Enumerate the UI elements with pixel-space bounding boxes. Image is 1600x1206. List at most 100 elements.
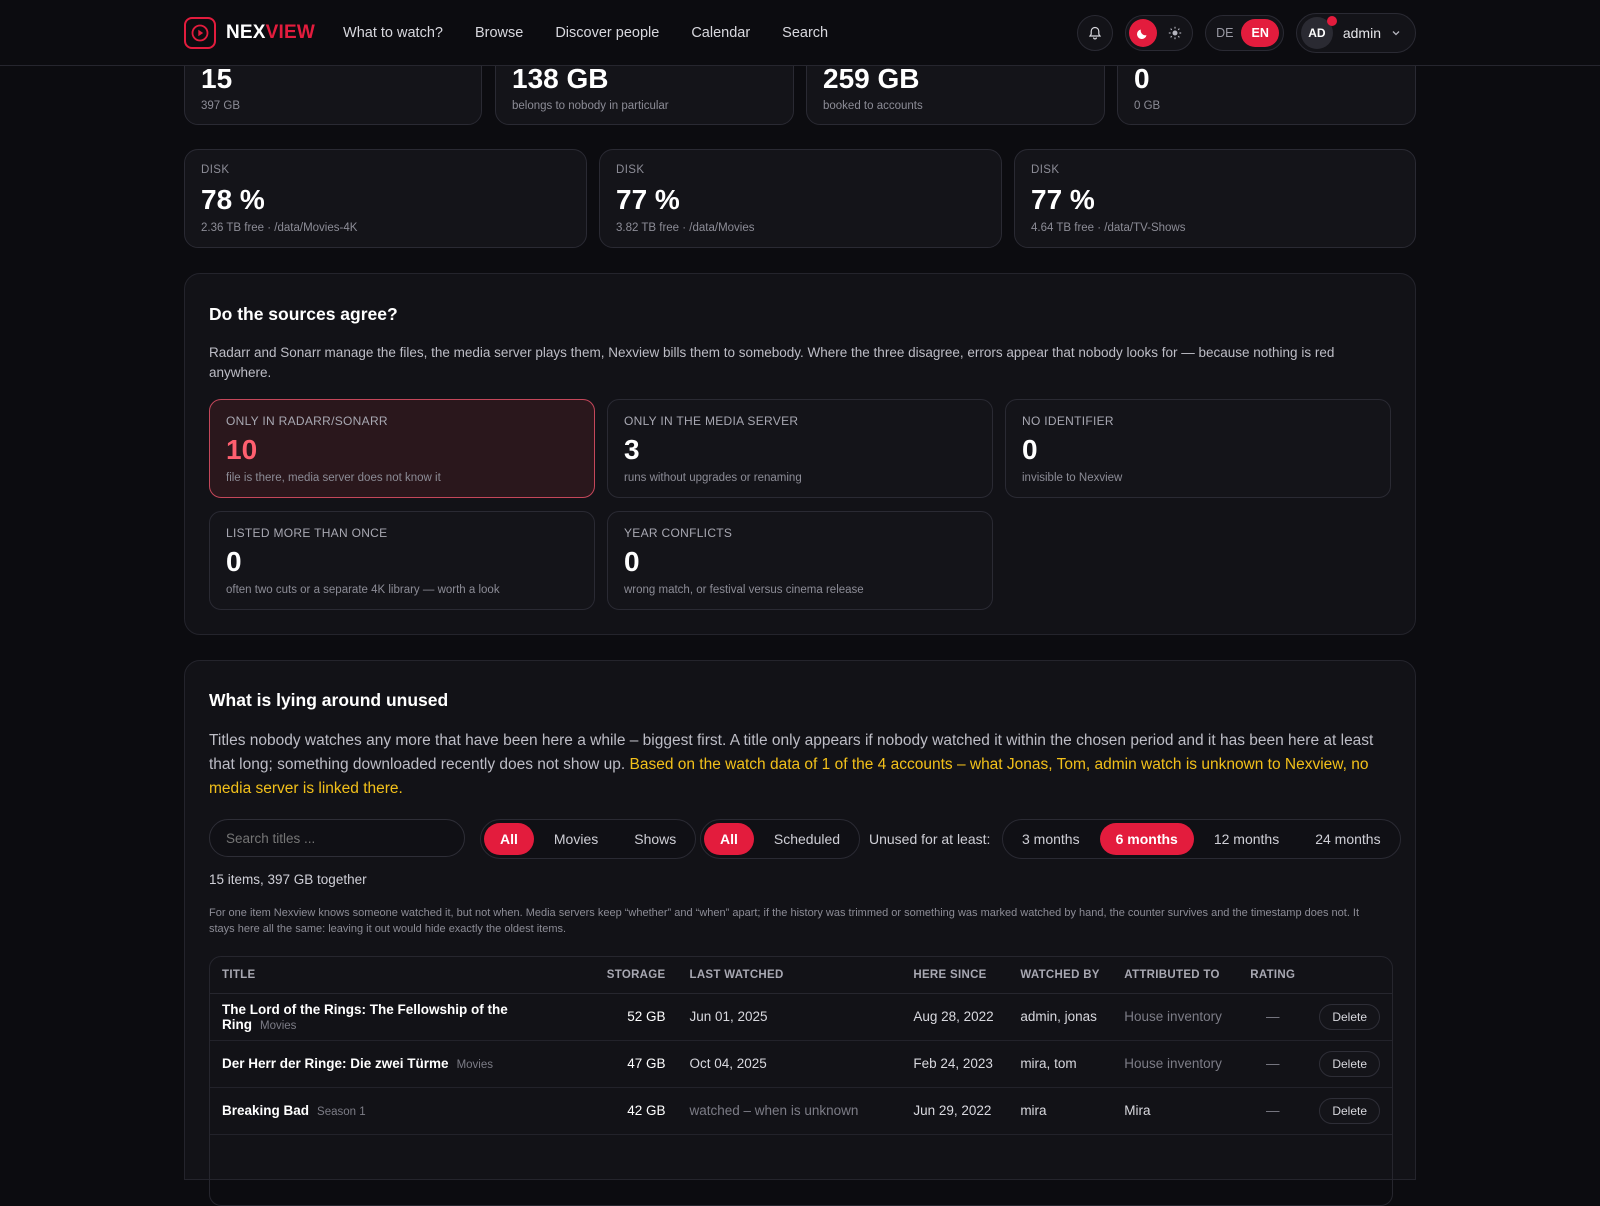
main-nav: What to watch? Browse Discover people Ca… [343,25,828,41]
card-label: LISTED MORE THAN ONCE [226,526,388,540]
cell-title: Der Herr der Ringe: Die zwei Türme Movies [210,1040,595,1088]
period-24-months[interactable]: 24 months [1299,823,1396,855]
period-6-months[interactable]: 6 months [1099,823,1194,855]
source-card-no-identifier[interactable]: NO IDENTIFIER 0 invisible to Nexview [1005,399,1391,498]
period-3-months[interactable]: 3 months [1006,823,1096,855]
col-action [1307,957,1392,994]
cell-last-watched: watched – when is unknown [677,1087,902,1135]
card-value: 0 [226,546,242,577]
card-value: 0 [1022,434,1038,465]
col-title[interactable]: TITLE [210,957,595,994]
period-filter: 3 months 6 months 12 months 24 months [1002,819,1401,859]
card-sub: invisible to Nexview [1022,472,1123,484]
user-menu[interactable]: AD admin [1295,13,1416,53]
cell-attributed-to: House inventory [1112,1040,1239,1088]
sources-description: Radarr and Sonarr manage the files, the … [209,345,1335,380]
card-sub: runs without upgrades or renaming [624,472,802,484]
col-here-since[interactable]: HERE SINCE [901,957,1009,994]
status-scheduled[interactable]: Scheduled [758,823,856,855]
dark-mode-option[interactable] [1129,19,1158,47]
cell-attributed-to: Mira [1112,1087,1239,1135]
table-row[interactable]: The Lord of the Rings: The Fellowship of… [210,993,1392,1041]
user-name: admin [1342,25,1381,41]
moon-icon [1137,29,1147,39]
stat-value: 138 GB [512,63,609,94]
unused-period-label: Unused for at least: [869,831,991,847]
cell-storage: 47 GB [594,1040,678,1088]
cell-here-since: Feb 24, 2023 [901,1040,1009,1088]
cell-storage: 52 GB [594,993,678,1041]
source-card-only-arr[interactable]: ONLY IN RADARR/SONARR 10 file is there, … [209,399,595,498]
col-last-watched[interactable]: LAST WATCHED [677,957,902,994]
notifications-button[interactable] [1077,15,1114,51]
lang-de[interactable]: DE [1216,26,1233,40]
stat-value: 0 [1134,63,1150,94]
status-all[interactable]: All [704,823,754,855]
brand-name: NEXVIEW [226,22,316,43]
status-filter: All Scheduled [700,819,861,859]
delete-button[interactable]: Delete [1319,1050,1380,1077]
card-sub: file is there, media server does not kno… [226,472,441,484]
disk-sub: 4.64 TB free · /data/TV-Shows [1031,222,1186,234]
col-watched-by[interactable]: WATCHED BY [1008,957,1113,994]
period-12-months[interactable]: 12 months [1198,823,1295,855]
unused-panel: What is lying around unused Titles nobod… [184,660,1416,1206]
disk-card-movies-4k: DISK 78 % 2.36 TB free · /data/Movies-4K [184,149,587,248]
nav-search[interactable]: Search [782,25,828,41]
cell-storage: 42 GB [594,1087,678,1135]
lang-en[interactable]: EN [1241,19,1279,47]
top-bar: NEXVIEW What to watch? Browse Discover p… [0,0,1600,66]
nav-what-to-watch[interactable]: What to watch? [343,25,443,41]
col-attributed-to[interactable]: ATTRIBUTED TO [1112,957,1239,994]
logo[interactable]: NEXVIEW [184,17,315,49]
type-filter: All Movies Shows [480,819,697,859]
nav-browse[interactable]: Browse [475,25,523,41]
delete-button[interactable]: Delete [1319,1097,1380,1124]
col-rating[interactable]: RATING [1238,957,1308,994]
nav-discover-people[interactable]: Discover people [555,25,659,41]
card-label: ONLY IN RADARR/SONARR [226,414,388,428]
disk-card-tv-shows: DISK 77 % 4.64 TB free · /data/TV-Shows [1014,149,1416,248]
cell-watched-by: mira [1008,1087,1113,1135]
disk-usage: 77 % [616,184,680,215]
notification-dot [1326,16,1337,26]
card-value: 0 [624,546,640,577]
cell-rating: — [1238,1087,1308,1135]
cell-title: Breaking Bad Season 1 [210,1087,595,1135]
card-value: 10 [226,434,258,465]
unused-table: TITLE STORAGE LAST WATCHED HERE SINCE WA… [209,956,1393,1206]
card-label: ONLY IN THE MEDIA SERVER [624,414,799,428]
cell-attributed-to: House inventory [1112,993,1239,1041]
source-card-only-media-server[interactable]: ONLY IN THE MEDIA SERVER 3 runs without … [607,399,993,498]
card-value: 3 [624,434,640,465]
unused-title: What is lying around unused [209,690,449,710]
delete-button[interactable]: Delete [1319,1003,1380,1030]
cell-title: The Lord of the Rings: The Fellowship of… [210,993,595,1041]
filter-shows[interactable]: Shows [618,823,692,855]
search-titles-input[interactable] [209,819,465,857]
stat-value: 259 GB [823,63,920,94]
sun-icon [1168,26,1182,40]
items-count: 15 items, 397 GB together [209,872,367,887]
stat-sub: belongs to nobody in particular [512,100,669,112]
disk-sub: 3.82 TB free · /data/Movies [616,222,755,234]
source-card-year-conflicts[interactable]: YEAR CONFLICTS 0 wrong match, or festiva… [607,511,993,610]
disk-sub: 2.36 TB free · /data/Movies-4K [201,222,358,234]
disk-card-movies: DISK 77 % 3.82 TB free · /data/Movies [599,149,1002,248]
stat-value: 15 [201,63,233,94]
disk-label: DISK [616,164,645,176]
table-row[interactable]: Breaking Bad Season 1 42 GB watched – whe… [210,1087,1392,1135]
source-card-duplicates[interactable]: LISTED MORE THAN ONCE 0 often two cuts o… [209,511,595,610]
light-mode-option[interactable] [1161,19,1189,47]
card-sub: often two cuts or a separate 4K library … [226,584,500,596]
table-row[interactable]: Der Herr der Ringe: Die zwei Türme Movies… [210,1040,1392,1088]
language-toggle[interactable]: DE EN [1205,15,1284,51]
card-label: NO IDENTIFIER [1022,414,1114,428]
nav-calendar[interactable]: Calendar [691,25,750,41]
filter-all[interactable]: All [484,823,534,855]
filter-movies[interactable]: Movies [538,823,614,855]
cell-last-watched: Jun 01, 2025 [677,993,902,1041]
col-storage[interactable]: STORAGE [594,957,678,994]
sources-panel: Do the sources agree? Radarr and Sonarr … [184,273,1416,635]
theme-toggle[interactable] [1125,15,1194,51]
